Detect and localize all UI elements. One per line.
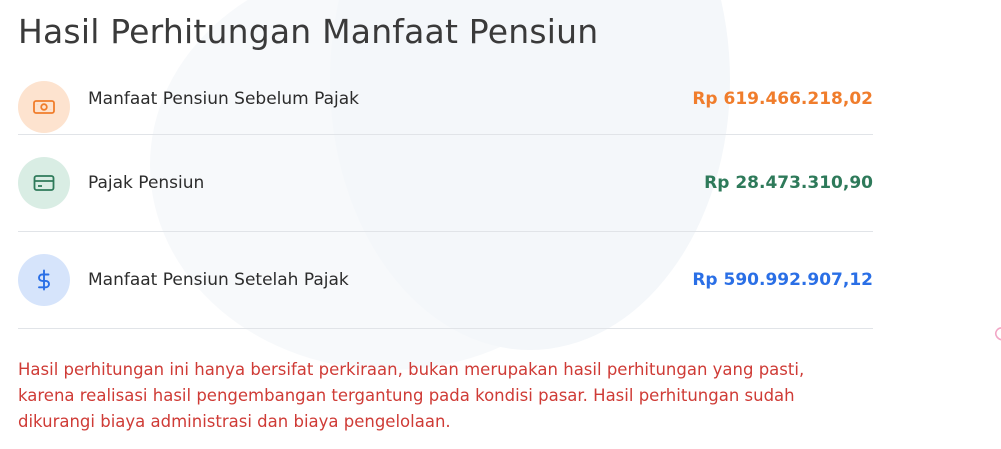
page-title: Hasil Perhitungan Manfaat Pensiun	[18, 12, 599, 51]
result-row-tax: Pajak Pensiun Rp 28.473.310,90	[18, 135, 873, 232]
result-row-before-tax: Manfaat Pensiun Sebelum Pajak Rp 619.466…	[18, 73, 873, 135]
dollar-icon	[18, 254, 70, 306]
pension-result-panel: Hasil Perhitungan Manfaat Pensiun Manfaa…	[0, 0, 1001, 449]
result-value: Rp 28.473.310,90	[704, 173, 873, 193]
decorative-shape-icon	[995, 327, 1001, 341]
credit-card-icon	[18, 157, 70, 209]
result-value: Rp 590.992.907,12	[692, 270, 873, 290]
result-list: Manfaat Pensiun Sebelum Pajak Rp 619.466…	[18, 73, 873, 329]
result-value: Rp 619.466.218,02	[692, 89, 873, 109]
result-row-after-tax: Manfaat Pensiun Setelah Pajak Rp 590.992…	[18, 232, 873, 329]
result-label: Manfaat Pensiun Sebelum Pajak	[88, 89, 360, 109]
disclaimer-note: Hasil perhitungan ini hanya bersifat per…	[18, 360, 805, 431]
money-icon	[18, 81, 70, 133]
result-label: Pajak Pensiun	[88, 173, 205, 193]
result-label: Manfaat Pensiun Setelah Pajak	[88, 270, 349, 290]
content: Hasil Perhitungan Manfaat Pensiun Manfaa…	[0, 0, 1001, 435]
